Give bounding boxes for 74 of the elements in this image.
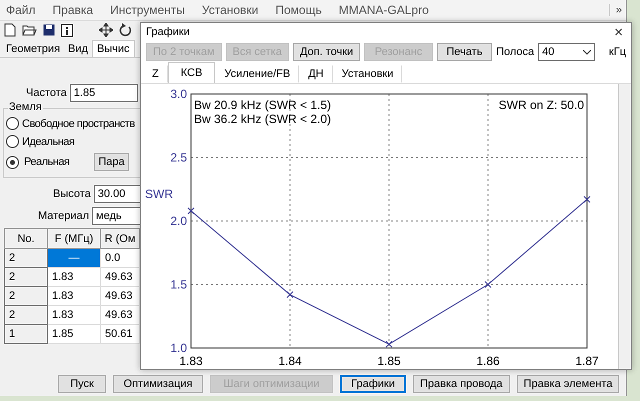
info-icon[interactable]: [61, 24, 73, 36]
material-label: Материал: [38, 210, 89, 222]
data-point: [484, 281, 492, 288]
table-cell: 1.83: [48, 306, 100, 324]
tab[interactable]: Усиление/FB: [215, 65, 300, 83]
column-header[interactable]: R (Ом: [100, 228, 140, 248]
table-cell: 2: [4, 268, 48, 286]
y-tick-label: 2.0: [170, 214, 187, 228]
radio-button[interactable]: [6, 156, 19, 168]
menu-overflow[interactable]: »: [608, 4, 622, 16]
menu-item[interactable]: Правка: [52, 3, 102, 17]
chevron-icon: [582, 50, 591, 54]
chart-annotation: Bw 20.9 kHz (SWR < 1.5): [194, 98, 332, 112]
height-label: Высота: [53, 188, 91, 200]
y-tick-label: 1.5: [170, 278, 187, 292]
x-tick-label: 1.86: [476, 354, 500, 367]
tab[interactable]: КСВ: [168, 62, 216, 83]
menu-item[interactable]: Инструменты: [110, 3, 194, 17]
radio-label[interactable]: Свободное пространств: [22, 118, 135, 130]
column-header[interactable]: No.: [4, 228, 48, 248]
tab[interactable]: Установки: [332, 65, 402, 83]
table-cell: 1.83: [48, 268, 100, 286]
menu-item[interactable]: Файл: [6, 3, 45, 17]
radio-label[interactable]: Реальная: [24, 156, 70, 168]
data-point: [188, 207, 194, 214]
column-header[interactable]: F (МГц): [48, 228, 100, 248]
x-tick-label: 1.85: [377, 354, 401, 367]
table-cell: 1.83: [48, 286, 100, 306]
y-tick-label: 2.5: [170, 150, 187, 164]
dialog-title: Графики: [146, 26, 190, 38]
tab[interactable]: ДН: [299, 65, 333, 83]
data-point: [584, 196, 590, 203]
parameters-button[interactable]: Пара: [94, 153, 129, 171]
chart-annotation: Bw 36.2 kHz (SWR < 2.0): [194, 112, 332, 126]
band-label: Полоса: [496, 46, 534, 58]
folder-icon[interactable]: [22, 24, 37, 36]
move-icon[interactable]: [99, 23, 113, 37]
table-cell: 1.85: [48, 324, 100, 344]
dialog-button[interactable]: Печать: [436, 43, 492, 61]
radio-label[interactable]: Идеальная: [22, 136, 74, 148]
dialog-button[interactable]: Доп. точки: [292, 43, 360, 61]
tab[interactable]: Вычис: [92, 40, 135, 57]
toolbar-button[interactable]: Правка провода: [413, 375, 510, 393]
toolbar-button[interactable]: Пуск: [58, 375, 106, 393]
table-cell: 2: [4, 306, 48, 324]
save-icon[interactable]: [43, 24, 55, 36]
rotate-icon[interactable]: [119, 23, 132, 37]
band-unit: кГц: [608, 46, 626, 58]
toolbar-button[interactable]: Графики: [340, 375, 406, 393]
menu-item[interactable]: Установки: [202, 3, 268, 17]
y-tick-label: 1.0: [170, 341, 187, 355]
table-cell: 1: [4, 324, 48, 344]
data-point: [286, 291, 294, 298]
y-tick-label: 3.0: [170, 87, 187, 101]
toolbar-button[interactable]: Оптимизация: [113, 375, 203, 393]
chart-annotation: SWR on Z: 50.0: [498, 98, 584, 112]
frequency-dropdown[interactable]: 1.85: [70, 84, 138, 102]
toolbar-button[interactable]: Правка элемента: [516, 375, 620, 393]
frequency-label: Частота: [26, 87, 67, 99]
new-file-icon[interactable]: [4, 23, 16, 37]
group-title: Земля: [8, 101, 43, 113]
x-tick-label: 1.83: [179, 354, 203, 367]
menu-item[interactable]: Помощь: [275, 3, 331, 17]
close-button[interactable]: ×: [614, 24, 623, 40]
table-cell: 2: [4, 248, 48, 268]
menu-item[interactable]: MMANA-GALpro: [338, 3, 438, 17]
x-tick-label: 1.87: [575, 354, 599, 367]
x-tick-label: 1.84: [278, 354, 302, 367]
table-cell: 2: [4, 286, 48, 306]
data-point: [386, 340, 392, 348]
band-dropdown[interactable]: 40: [538, 43, 595, 61]
table-cell: —: [48, 248, 100, 268]
radio-button[interactable]: [6, 117, 19, 130]
radio-button[interactable]: [6, 135, 19, 148]
